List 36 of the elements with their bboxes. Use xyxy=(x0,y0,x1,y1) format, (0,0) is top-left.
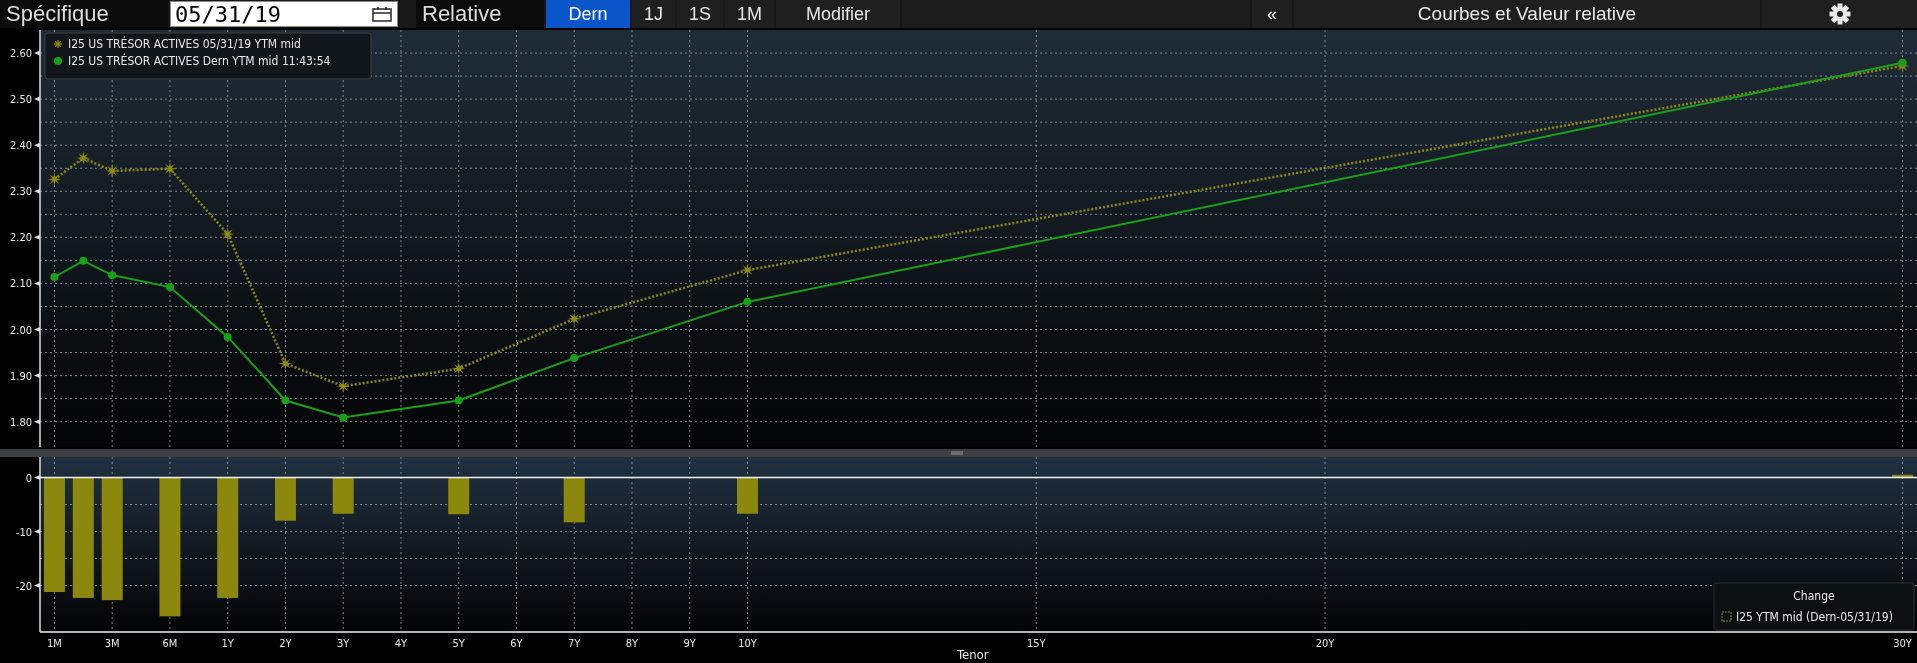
axis-label: 15Y xyxy=(1026,637,1046,650)
axis-label: 1.80 xyxy=(9,415,32,429)
view-label: Relative xyxy=(416,0,544,28)
axis-label: 6M xyxy=(162,637,178,650)
axis-label: 9Y xyxy=(683,637,696,650)
axis-label: 30Y xyxy=(1893,637,1912,650)
panel-title: Courbes et Valeur relative xyxy=(1294,0,1760,28)
axis-label: 2.40 xyxy=(9,139,32,153)
axis-label: 1Y xyxy=(221,637,234,650)
axis-label: 2.00 xyxy=(9,323,32,337)
legend-label: I25 US TRÉSOR ACTIVES Dern YTM mid 11:43:54 xyxy=(68,54,331,68)
axis-label: 1.90 xyxy=(9,369,32,383)
axis-label: 2.30 xyxy=(9,185,32,199)
axis-label: 2.50 xyxy=(9,93,32,107)
mode-label: Spécifique xyxy=(0,0,168,28)
axis-label: 8Y xyxy=(625,637,639,650)
legend-label: I25 US TRÉSOR ACTIVES 05/31/19 YTM mid xyxy=(68,37,301,51)
axis-label: -10 xyxy=(15,525,32,539)
axis-label: 2.10 xyxy=(9,277,32,291)
axis-label: 2.60 xyxy=(9,47,32,61)
axis-label: 10Y xyxy=(738,637,757,650)
axis-label: -20 xyxy=(15,579,32,593)
axis-label: 4Y xyxy=(394,637,408,650)
axis-label: 1M xyxy=(47,637,62,650)
legend-title: Change xyxy=(1793,589,1835,603)
axis-label: 5Y xyxy=(452,637,465,650)
axis-label: 2.20 xyxy=(9,231,32,245)
axis-label: 3M xyxy=(104,637,120,650)
axis-label: 7Y xyxy=(568,637,581,650)
axis-label: 2Y xyxy=(279,637,292,650)
legend-label: I25 YTM mid (Dern-05/31/19) xyxy=(1736,610,1893,624)
axis-label: 20Y xyxy=(1315,637,1335,650)
axis-label: 0 xyxy=(25,471,32,485)
axis-label: 3Y xyxy=(337,637,350,650)
axis-title: Tenor xyxy=(957,647,989,662)
axis-label: 6Y xyxy=(510,637,523,650)
